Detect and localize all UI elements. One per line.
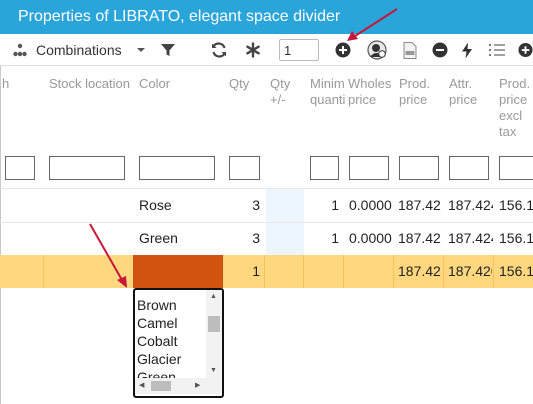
- cell-attr-price[interactable]: 187.424: [448, 189, 493, 222]
- horizontal-scrollbar[interactable]: ◀ ▶: [135, 378, 222, 394]
- color-option[interactable]: Glacier: [137, 350, 205, 368]
- cell-prod-price-excl-tax[interactable]: 156.1: [499, 222, 533, 255]
- filter-input-min-qty[interactable]: [310, 156, 339, 180]
- cell-qty[interactable]: 3: [229, 189, 260, 222]
- horizontal-scroll-thumb[interactable]: [151, 381, 171, 391]
- cell-qty[interactable]: 1: [229, 255, 260, 288]
- filter-input-attr-price[interactable]: [449, 156, 489, 180]
- cell-divider: [393, 255, 394, 288]
- color-dropdown-list[interactable]: Brown Camel Cobalt Glacier Green ▲ ▼ ◀ ▶: [133, 288, 224, 398]
- column-header-attr-price[interactable]: Attr. price: [449, 76, 477, 108]
- bolt-icon[interactable]: [458, 34, 476, 66]
- plus-circle-icon[interactable]: [518, 34, 533, 66]
- cell-divider: [493, 255, 494, 288]
- cell-divider: [264, 255, 265, 288]
- csv-file-icon[interactable]: [401, 34, 419, 66]
- scroll-down-arrow-icon[interactable]: ▼: [210, 367, 217, 375]
- cell-divider: [303, 255, 304, 288]
- color-option[interactable]: Camel: [137, 314, 205, 332]
- table-row[interactable]: Green 3 1 0.0000 187.42 187.424 156.1: [0, 222, 533, 255]
- user-badge-icon[interactable]: [366, 34, 388, 66]
- column-header-partial[interactable]: h: [2, 76, 9, 92]
- column-header-color[interactable]: Color: [139, 76, 170, 92]
- list-icon[interactable]: [487, 34, 507, 66]
- cell-prod-price[interactable]: 187.42: [398, 189, 444, 222]
- cell-prod-price-excl-tax[interactable]: 156.1: [499, 189, 533, 222]
- cell-color[interactable]: Rose: [139, 189, 172, 222]
- filter-icon[interactable]: [157, 34, 179, 66]
- vertical-scroll-thumb[interactable]: [208, 316, 220, 332]
- column-header-qty[interactable]: Qty: [229, 76, 249, 92]
- cell-attr-price[interactable]: 187.420: [448, 255, 492, 288]
- column-header-stock-location[interactable]: Stock location: [49, 76, 130, 92]
- plus-circle-icon[interactable]: [334, 34, 352, 66]
- chevron-down-icon[interactable]: [134, 34, 148, 66]
- cell-prod-price[interactable]: 187.42: [398, 255, 442, 288]
- table-row-selected[interactable]: 1 187.42 187.420 156.1: [0, 255, 533, 288]
- column-header-min-qty[interactable]: Minim quanti: [310, 76, 346, 108]
- filter-input-qty[interactable]: [229, 156, 260, 180]
- color-options: Brown Camel Cobalt Glacier Green: [137, 296, 205, 386]
- scroll-up-arrow-icon[interactable]: ▲: [210, 293, 217, 301]
- cell-wholesale-price[interactable]: 0.0000: [349, 222, 395, 255]
- column-header-prod-price-excl-tax[interactable]: Prod. price excl tax: [499, 76, 530, 140]
- filter-input-partial[interactable]: [5, 156, 35, 180]
- cell-qty[interactable]: 3: [229, 222, 260, 255]
- column-header-qty-plus-minus[interactable]: Qty +/-: [270, 76, 290, 108]
- filter-input-color[interactable]: [139, 156, 215, 180]
- window-title: Properties of LIBRATO, elegant space div…: [18, 8, 341, 25]
- minus-circle-icon[interactable]: [431, 34, 449, 66]
- filter-input-wholesale-price[interactable]: [349, 156, 389, 180]
- color-option[interactable]: Cobalt: [137, 332, 205, 350]
- cell-divider: [443, 255, 444, 288]
- filter-input-prod-price[interactable]: [399, 156, 439, 180]
- cell-divider: [343, 255, 344, 288]
- column-header-wholesale-price[interactable]: Wholes price: [348, 76, 394, 108]
- page-number-input[interactable]: [279, 39, 319, 61]
- cell-min-qty[interactable]: 1: [310, 222, 339, 255]
- filter-input-stock-location[interactable]: [49, 156, 125, 180]
- scroll-left-arrow-icon[interactable]: ◀: [139, 382, 144, 390]
- cell-divider: [43, 255, 44, 288]
- tree-icon[interactable]: [10, 34, 30, 66]
- cell-attr-price[interactable]: 187.424: [448, 222, 493, 255]
- table-row[interactable]: Rose 3 1 0.0000 187.42 187.424 156.1: [0, 189, 533, 222]
- toolbar: Combinations: [0, 34, 533, 66]
- vertical-scrollbar[interactable]: ▲ ▼: [206, 290, 222, 378]
- cell-prod-price[interactable]: 187.42: [398, 222, 444, 255]
- cell-min-qty[interactable]: 1: [310, 189, 339, 222]
- view-selector-label: Combinations: [36, 42, 122, 58]
- window-title-bar: Properties of LIBRATO, elegant space div…: [0, 0, 533, 34]
- column-header-prod-price[interactable]: Prod. price: [399, 76, 430, 108]
- cell-color[interactable]: Green: [139, 222, 178, 255]
- refresh-icon[interactable]: [208, 34, 230, 66]
- scroll-right-arrow-icon[interactable]: ▶: [195, 382, 200, 390]
- filter-input-prod-price-excl-tax[interactable]: [499, 156, 533, 180]
- color-cell-editor[interactable]: [133, 255, 223, 288]
- cell-prod-price-excl-tax[interactable]: 156.1: [499, 255, 533, 288]
- cell-wholesale-price[interactable]: 0.0000: [349, 189, 395, 222]
- view-selector[interactable]: Combinations: [36, 34, 128, 66]
- asterisk-icon[interactable]: [242, 34, 264, 66]
- color-option[interactable]: Brown: [137, 296, 205, 314]
